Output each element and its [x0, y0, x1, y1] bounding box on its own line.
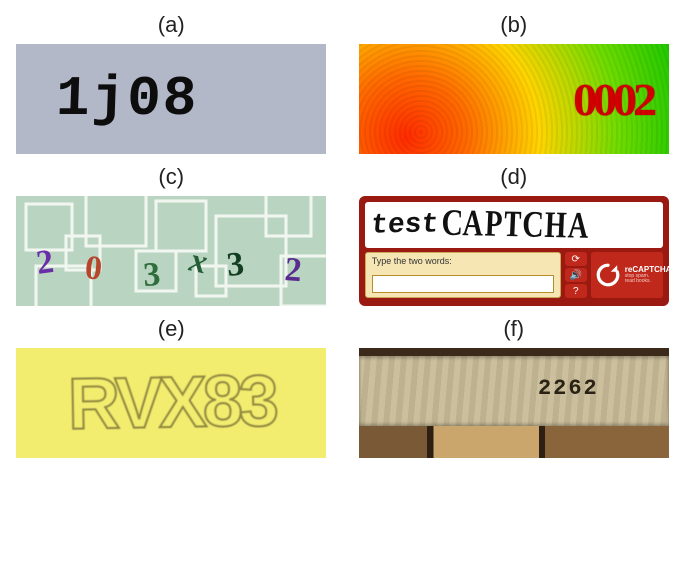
subfigure-c: (c) 2 0 3 x 3: [12, 164, 331, 306]
recaptcha-brand-text: reCAPTCHA™ stop spam. read books.: [625, 266, 669, 284]
svg-text:x: x: [186, 241, 211, 281]
subfigure-label-d: (d): [500, 164, 527, 190]
captcha-panel-c: 2 0 3 x 3 2: [16, 196, 326, 306]
subfigure-label-c: (c): [158, 164, 184, 190]
recaptcha-refresh-button[interactable]: ⟳: [565, 252, 587, 266]
captcha-text-e: RVX83: [67, 360, 275, 446]
svg-text:0: 0: [83, 249, 104, 288]
recaptcha-logo-icon: [595, 262, 621, 288]
captcha-text-f: 2262: [538, 376, 599, 401]
captcha-text-b: 0002: [573, 73, 653, 126]
svg-text:2: 2: [284, 251, 304, 289]
recaptcha-input-area: Type the two words:: [365, 252, 561, 298]
captcha-panel-a: 1j08: [16, 44, 326, 154]
svg-text:3: 3: [142, 256, 162, 294]
subfigure-d: (d) test CAPTCHA Type the two words: ⟳ 🔊: [355, 164, 674, 306]
subfigure-b: (b) 0002: [355, 12, 674, 154]
recaptcha-side-buttons: ⟳ 🔊 ?: [565, 252, 587, 298]
recaptcha-word-2: CAPTCHA: [440, 202, 592, 248]
refresh-icon: ⟳: [572, 254, 580, 265]
recaptcha-text-input[interactable]: [372, 275, 554, 293]
recaptcha-widget: test CAPTCHA Type the two words: ⟳ 🔊 ?: [359, 196, 669, 306]
subfigure-label-a: (a): [158, 12, 185, 38]
recaptcha-word-1: test: [369, 209, 439, 241]
captcha-panel-b: 0002: [359, 44, 669, 154]
subfigure-e: (e) RVX83: [12, 316, 331, 458]
captcha-panel-e: RVX83: [16, 348, 326, 458]
audio-icon: 🔊: [570, 270, 582, 281]
subfigure-f: (f) 2262: [355, 316, 674, 458]
recaptcha-audio-button[interactable]: 🔊: [565, 268, 587, 282]
help-icon: ?: [573, 286, 579, 297]
captcha-panel-f: 2262: [359, 348, 669, 458]
subfigure-a: (a) 1j08: [12, 12, 331, 154]
figure-grid: (a) 1j08 (b) 0002 (c): [12, 12, 673, 458]
recaptcha-help-button[interactable]: ?: [565, 284, 587, 298]
subfigure-label-b: (b): [500, 12, 527, 38]
captcha-text-a: 1j08: [55, 67, 200, 131]
wood-lower: [359, 426, 669, 458]
subfigure-label-f: (f): [503, 316, 524, 342]
svg-text:3: 3: [225, 245, 246, 284]
recaptcha-brand: reCAPTCHA™ stop spam. read books.: [591, 252, 663, 298]
subfigure-label-e: (e): [158, 316, 185, 342]
recaptcha-challenge-image: test CAPTCHA: [365, 202, 663, 248]
recaptcha-tagline-2: read books.: [625, 279, 669, 284]
recaptcha-controls-row: Type the two words: ⟳ 🔊 ?: [365, 252, 663, 298]
recaptcha-prompt: Type the two words:: [372, 256, 554, 266]
wood-plank: [359, 356, 669, 426]
